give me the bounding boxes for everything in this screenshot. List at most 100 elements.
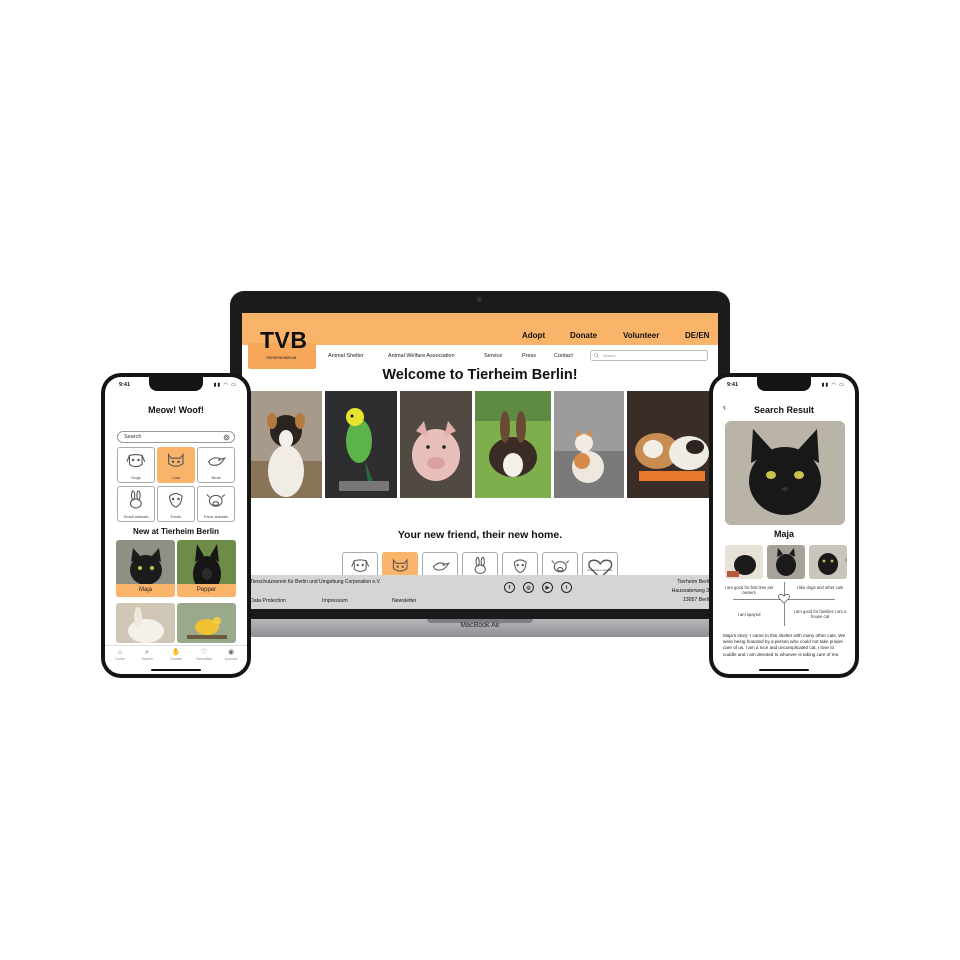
right-phone: 9:41 ▮▮ ◠ ▭ ‹ Search Result Maja › I am … [709,373,859,678]
pet-card-pepper[interactable]: Pepper [177,540,236,597]
laptop-device: TVB TIERHEIM BERLIN Adopt Donate Volunte… [230,291,730,621]
footer-newsletter[interactable]: Newsletter [392,598,417,604]
laptop-base: MacBook Air [222,619,738,637]
search-result-screen: 9:41 ▮▮ ◠ ▭ ‹ Search Result Maja › I am … [713,377,855,674]
subnav-animal-welfare[interactable]: Animal Welfare Association [388,353,455,359]
category-exotic[interactable]: Exotic [157,486,195,522]
trait-first-time-owners: I am good for first time pet owners [724,585,774,595]
farm-animal-icon [551,560,569,573]
tab-donate[interactable]: ✋ Donate [164,649,188,661]
footer-address-line3: 13057 Berlin [682,597,712,603]
heart-icon: ♡ [200,649,208,656]
dog-photo [250,391,322,498]
pet-name-heading: Maja [773,529,794,539]
subnav-animal-shelter[interactable]: Animal Shelter [328,353,364,359]
pet-card-rabbit[interactable] [116,603,175,643]
nav-adopt[interactable]: Adopt [522,331,545,340]
pet-card-maja[interactable]: Maja [116,540,175,597]
thumb-photo-1[interactable] [725,545,763,579]
tab-search[interactable]: ⌕ Search [135,649,159,661]
bird-icon [208,457,227,467]
tab-home[interactable]: ⌂ Home [108,649,132,661]
cat-photo [554,391,624,498]
app-search-input[interactable]: Search [117,431,235,443]
thumb-photo-3[interactable] [809,545,847,579]
category-label: Farm animals [203,514,229,519]
thumb-photo-2[interactable] [767,545,805,579]
category-birds[interactable]: Birds [197,447,235,483]
web-search-placeholder: Search [603,353,616,358]
tab-favourites[interactable]: ♡ Favourites [192,649,216,661]
tab-label: Donate [170,657,182,661]
language-toggle[interactable]: DE/EN [685,331,709,340]
filter-gear-icon[interactable] [222,433,231,442]
subnav-contact[interactable]: Contact [554,353,573,359]
donate-icon: ✋ [171,649,181,656]
exotic-icon [513,559,527,574]
facebook-icon[interactable]: f [504,582,515,593]
footer-data-protection[interactable]: Data Protection [250,598,286,604]
trait-families-house-cat: I am good for families I am a house cat [793,609,847,619]
status-time: 9:41 [727,382,739,388]
category-label: Birds [211,475,221,480]
search-icon: ⌕ [145,649,149,656]
yellow-bird-photo [177,603,236,643]
maja-main-photo [725,421,845,525]
rabbit-icon [130,490,142,509]
app-search-placeholder: Search [124,434,142,440]
dog-icon [351,559,369,573]
status-icons: ▮▮ ◠ ▭ [821,382,845,388]
web-search-input[interactable]: Search [590,350,708,361]
rabbit-photo [475,391,551,498]
exotic-icon [169,493,183,509]
carousel-next-icon[interactable]: › [845,557,847,564]
account-icon: ◉ [227,649,235,656]
phone-notch [757,377,811,391]
footer-address-line1: Tierheim Berlin [677,579,712,585]
pet-name: Maja [116,584,175,597]
trait-likes-dogs-cats: I like dogs and other cats [796,585,844,590]
bottom-tab-bar: ⌂ Home ⌕ Search ✋ Donate ♡ Favourites ◉ Accou… [105,645,247,667]
subnav-press[interactable]: Press [522,353,536,359]
budgie-photo [325,391,397,498]
twitter-icon[interactable]: t [561,582,572,593]
tab-label: Favourites [195,657,213,661]
page-title: Welcome to Tierheim Berlin! [382,367,578,383]
category-label: Cats [171,475,181,480]
search-icon [594,353,599,358]
tagline: Your new friend, their new home. [397,529,563,541]
tab-label: Home [115,657,125,661]
tab-label: Search [141,657,153,661]
laptop-model-label: MacBook Air [460,622,500,629]
home-indicator [151,669,201,671]
category-label: Small animals [123,514,149,519]
pet-card-bird[interactable] [177,603,236,643]
nav-volunteer[interactable]: Volunteer [623,331,659,340]
pig-photo [400,391,472,498]
tab-account[interactable]: ◉ Account [219,649,243,661]
bird-icon [432,562,450,571]
instagram-icon[interactable]: ◎ [523,582,534,593]
status-icons: ▮▮ ◠ ▭ [213,382,237,388]
section-title: New at Tierheim Berlin [132,527,220,536]
cat-icon [168,453,184,468]
farm-animal-icon [206,494,226,508]
category-farm-animals[interactable]: Farm animals [197,486,235,522]
app-home-screen: 9:41 ▮▮ ◠ ▭ Meow! Woof! Search Dogs Cats… [105,377,247,674]
screen-title: Search Result [753,405,815,415]
subnav-service[interactable]: Service [484,353,502,359]
logo-tagline: TIERHEIM BERLIN [265,356,297,360]
phone-notch [149,377,203,391]
nav-donate[interactable]: Donate [570,331,597,340]
rabbit-icon [474,557,486,575]
dog-icon [126,454,146,468]
category-cats[interactable]: Cats [157,447,195,483]
laptop-camera [477,297,482,302]
category-small-animals[interactable]: Small animals [117,486,155,522]
category-dogs[interactable]: Dogs [117,447,155,483]
category-label: Guarantee animals [587,568,613,572]
footer-impressum[interactable]: Impressum [322,598,348,604]
left-phone: 9:41 ▮▮ ◠ ▭ Meow! Woof! Search Dogs Cats… [101,373,251,678]
youtube-icon[interactable]: ▶ [542,582,553,593]
trait-spayed: I am spayed [737,612,761,617]
